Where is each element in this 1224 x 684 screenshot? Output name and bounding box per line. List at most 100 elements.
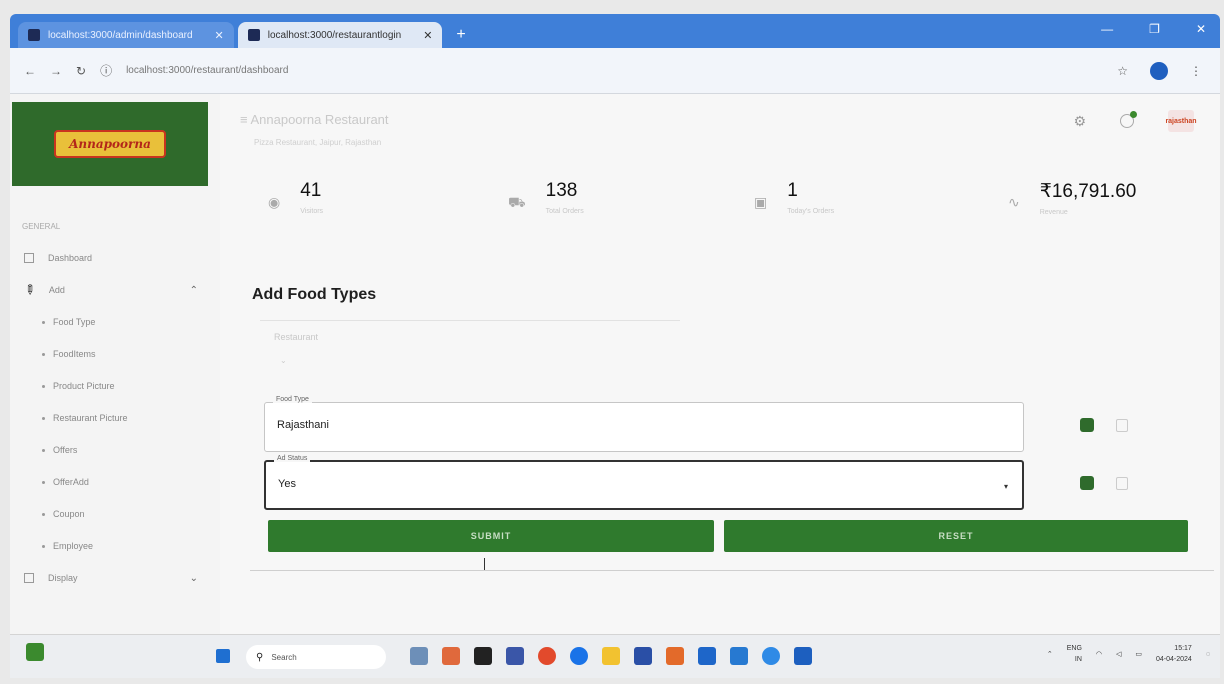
sidebar-item-label: Product Picture	[53, 381, 115, 391]
sidebar-item-label: Dashboard	[48, 253, 93, 263]
bullet-icon	[42, 416, 45, 420]
tab-favicon-icon	[28, 29, 40, 41]
browser-menu-icon[interactable]: ⋮	[1190, 64, 1202, 78]
chevron-up-icon[interactable]: ⌃	[190, 285, 198, 296]
sidebar-item-dashboard[interactable]: Dashboard	[24, 242, 210, 274]
mail-app-icon[interactable]	[634, 647, 652, 665]
ad-status-select[interactable]: Ad Status Yes ▾	[264, 455, 1024, 510]
app-window: Annapoorna GENERAL Dashboard ✎ Add ⌃ Foo…	[10, 94, 1220, 634]
sidebar-item-label: FoodItems	[53, 349, 96, 359]
widgets-app-icon[interactable]	[442, 647, 460, 665]
url-field[interactable]: localhost:3000/restaurant/dashboard	[126, 65, 288, 76]
sidebar-item-display[interactable]: Display ⌄	[24, 562, 210, 594]
save-icon[interactable]	[1080, 476, 1094, 490]
cloud-app-icon[interactable]	[410, 647, 428, 665]
app-icon[interactable]	[794, 647, 812, 665]
sidebar-subitem-employee[interactable]: Employee	[24, 530, 210, 562]
sidebar-subitem-offer-add[interactable]: OfferAdd	[24, 466, 210, 498]
bullet-icon	[42, 320, 45, 324]
menu-icon[interactable]: ≡	[240, 112, 250, 127]
maximize-icon[interactable]: ❐	[1149, 22, 1160, 36]
logo[interactable]: Annapoorna	[12, 102, 208, 186]
taskbar-apps	[410, 647, 812, 665]
sidebar-item-label: Offers	[53, 445, 78, 455]
edge-icon[interactable]	[570, 647, 588, 665]
stat-value: 1	[787, 180, 798, 201]
back-icon[interactable]: ←	[24, 64, 36, 78]
sidebar-subitem-coupon[interactable]: Coupon	[24, 498, 210, 530]
browser-tab[interactable]: localhost:3000/admin/dashboard ✕	[18, 22, 234, 48]
chevron-down-icon: ⌄	[280, 356, 287, 365]
sidebar-subitem-restaurant-picture[interactable]: Restaurant Picture	[24, 402, 210, 434]
dashboard-icon	[24, 253, 34, 263]
region-code: IN	[1074, 656, 1082, 663]
task-view-icon[interactable]	[474, 647, 492, 665]
food-type-field[interactable]: Food Type Rajasthani	[264, 396, 1024, 452]
store-app-icon[interactable]	[506, 647, 524, 665]
clock[interactable]: 15:17 04-04-2024	[1156, 643, 1192, 665]
notification-icon[interactable]	[1120, 111, 1137, 128]
reset-button[interactable]: RESET	[724, 520, 1188, 552]
language-indicator[interactable]: ENG IN	[1067, 643, 1082, 665]
submit-button[interactable]: SUBMIT	[268, 520, 714, 552]
sidebar-item-add[interactable]: ✎ Add ⌃	[21, 274, 210, 306]
stat-label: Total Orders	[545, 208, 584, 215]
teams-app-icon[interactable]	[698, 647, 716, 665]
chevron-down-icon[interactable]: ⌄	[190, 573, 198, 584]
save-icon[interactable]	[1080, 418, 1094, 432]
stat-visitors: ◉ 41 Visitors	[268, 180, 323, 215]
sidebar-subitem-offers[interactable]: Offers	[24, 434, 210, 466]
restaurant-label: Restaurant	[274, 332, 319, 342]
restaurant-name: Annapoorna Restaurant	[250, 112, 389, 127]
browser-tab-active[interactable]: localhost:3000/restaurantlogin ✕	[237, 22, 443, 48]
site-info-icon[interactable]: ⓘ	[100, 62, 112, 79]
chevron-up-icon[interactable]: ⌃	[1047, 650, 1053, 658]
volume-icon[interactable]: ◁	[1116, 650, 1121, 658]
tab-label: localhost:3000/admin/dashboard	[48, 29, 193, 41]
sidebar-nav: Dashboard ✎ Add ⌃ Food Type FoodItems Pr…	[21, 242, 210, 594]
profile-avatar-icon[interactable]	[1150, 61, 1168, 80]
office-app-icon[interactable]	[666, 647, 684, 665]
close-window-icon[interactable]: ✕	[1196, 22, 1206, 36]
forward-icon[interactable]: →	[50, 64, 62, 78]
stat-label: Visitors	[300, 208, 324, 215]
dropdown-arrow-icon[interactable]: ▾	[1004, 482, 1008, 491]
windows-start-icon[interactable]	[216, 649, 230, 663]
sidebar-subitem-food-type[interactable]: Food Type	[24, 306, 210, 338]
reload-icon[interactable]: ↻	[76, 64, 86, 78]
delete-icon[interactable]	[1116, 418, 1128, 432]
bookmark-star-icon[interactable]: ☆	[1117, 64, 1128, 78]
taskbar-search[interactable]: ⚲ Search	[246, 645, 386, 669]
stat-label: Today's Orders	[787, 208, 835, 215]
sidebar-item-label: Coupon	[53, 509, 85, 519]
food-type-input[interactable]: Rajasthani	[277, 419, 329, 431]
sidebar-subitem-fooditems[interactable]: FoodItems	[24, 338, 210, 370]
stat-value: 138	[545, 180, 578, 201]
row-actions	[1080, 476, 1128, 490]
battery-icon[interactable]: ▭	[1135, 650, 1142, 658]
delete-icon[interactable]	[1116, 476, 1128, 490]
address-bar: ← → ↻ ⓘ localhost:3000/restaurant/dashbo…	[10, 48, 1220, 94]
system-tray: ⌃ ENG IN ◠ ◁ ▭ 15:17 04-04-2024 ◌	[1047, 643, 1210, 665]
sidebar-subitem-product-picture[interactable]: Product Picture	[24, 370, 210, 402]
close-tab-icon[interactable]: ✕	[423, 29, 432, 42]
notification-center-icon[interactable]: ◌	[1206, 651, 1210, 658]
vscode-icon[interactable]	[730, 647, 748, 665]
sidebar: Annapoorna GENERAL Dashboard ✎ Add ⌃ Foo…	[10, 94, 220, 634]
avatar[interactable]: rajasthan	[1165, 110, 1197, 132]
bullet-icon	[42, 480, 45, 484]
browser-app-icon[interactable]	[762, 647, 780, 665]
close-tab-icon[interactable]: ✕	[215, 29, 224, 42]
file-explorer-icon[interactable]	[602, 647, 620, 665]
chrome-icon[interactable]	[538, 647, 556, 665]
wifi-icon[interactable]: ◠	[1096, 650, 1102, 658]
weather-widget-icon[interactable]	[26, 643, 44, 661]
settings-icon[interactable]: ⚙	[1073, 113, 1086, 130]
new-tab-icon[interactable]: +	[456, 26, 465, 44]
minimize-icon[interactable]: —	[1101, 22, 1113, 36]
stat-todays-orders: ▣ 1 Today's Orders	[754, 180, 834, 215]
search-placeholder: Search	[271, 652, 297, 662]
stat-total-orders: ⛟ 138 Total Orders	[508, 180, 584, 215]
os-taskbar: ⚲ Search ⌃ ENG IN ◠ ◁ ▭ 15:17 04-04-2024…	[10, 634, 1220, 678]
divider	[260, 320, 680, 321]
